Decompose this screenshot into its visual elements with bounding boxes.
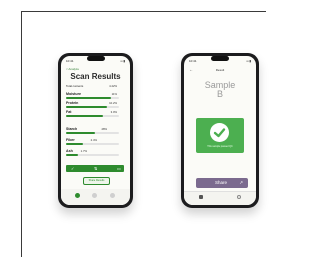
result-bar [66,115,119,117]
result-row-moisture: Moisture 11% [66,92,125,100]
pass-card-text: This sample passed QC [207,145,233,148]
result-bar-fill [66,106,108,108]
result-bar-fill [66,97,112,99]
result-bar [66,154,119,156]
result-row-fat: Fat 3.0% [66,110,125,118]
action-bar: ✓ ⇅ ▭ [66,165,124,172]
result-label: Total contents [66,84,84,88]
result-row-ash: Ash 1.7% [66,149,125,157]
result-label: Starch [66,127,78,131]
back-link[interactable]: < Analyze [66,67,79,71]
home-tab-icon[interactable] [75,193,80,198]
pass-card: This sample passed QC [196,118,244,153]
tab-bar [61,189,130,205]
page-title: Scan Results [70,72,121,81]
result-value: 1.7% [80,149,87,153]
signal-icon: ▪▪ ▮ [246,59,251,63]
result-row-fiber: Fiber 2.4% [66,138,125,146]
result-row-protein: Protein 10.2% [66,101,125,109]
result-bar-fill [66,132,96,134]
share-results-button[interactable]: Share Results [83,177,110,185]
header-title: Result [215,68,225,72]
tab-bar [184,191,256,205]
result-bar-fill [66,154,78,156]
sample-name: Sample B [184,81,256,99]
result-label: Ash [66,149,73,153]
sample-line-2: B [216,89,223,99]
result-bar [66,106,119,108]
result-value: 10.2% [109,101,117,105]
result-bar-fill [66,115,104,117]
result-label: Fat [66,110,72,114]
home-tab-icon[interactable] [199,195,203,199]
result-value: 4.42% [109,84,117,88]
checkmark-icon [210,123,229,142]
profile-tab-icon[interactable] [237,195,241,199]
share-label: Share [215,180,228,185]
result-value: 11% [111,92,117,96]
result-label: Protein [66,101,79,105]
compare-icon[interactable]: ⇅ [94,166,97,171]
result-row-total: Total contents 4.42% [66,84,125,92]
phone-notch [211,56,229,61]
result-label: Moisture [66,92,81,96]
result-bar [66,132,119,134]
sample-result-screen: 10:41 ▪▪ ▮ ← Result Sample B This sample… [184,56,256,205]
phone-notch [86,56,105,61]
result-value: 3.0% [110,110,117,114]
result-bar [66,97,119,99]
save-icon[interactable]: ▭ [117,166,121,171]
settings-tab-icon[interactable] [110,193,115,198]
share-icon: ↗ [239,180,243,185]
check-icon[interactable]: ✓ [71,166,74,171]
status-time: 10:41 [66,59,74,63]
result-bar-fill [66,143,83,145]
status-time: 10:41 [189,59,197,63]
share-button[interactable]: Share ↗ [196,178,248,188]
history-tab-icon[interactable] [92,193,97,198]
result-bar [66,143,119,145]
result-value: 2.4% [90,138,97,142]
phone-scan-results: 10:41 ▪▪ ▮ < Analyze Scan Results Total … [58,53,133,208]
result-row-starch: Starch 48% [66,127,125,135]
result-value: 48% [101,127,107,131]
signal-icon: ▪▪ ▮ [120,59,125,63]
scan-results-screen: 10:41 ▪▪ ▮ < Analyze Scan Results Total … [61,56,130,205]
phone-sample-result: 10:41 ▪▪ ▮ ← Result Sample B This sample… [181,53,259,208]
result-label: Fiber [66,138,75,142]
